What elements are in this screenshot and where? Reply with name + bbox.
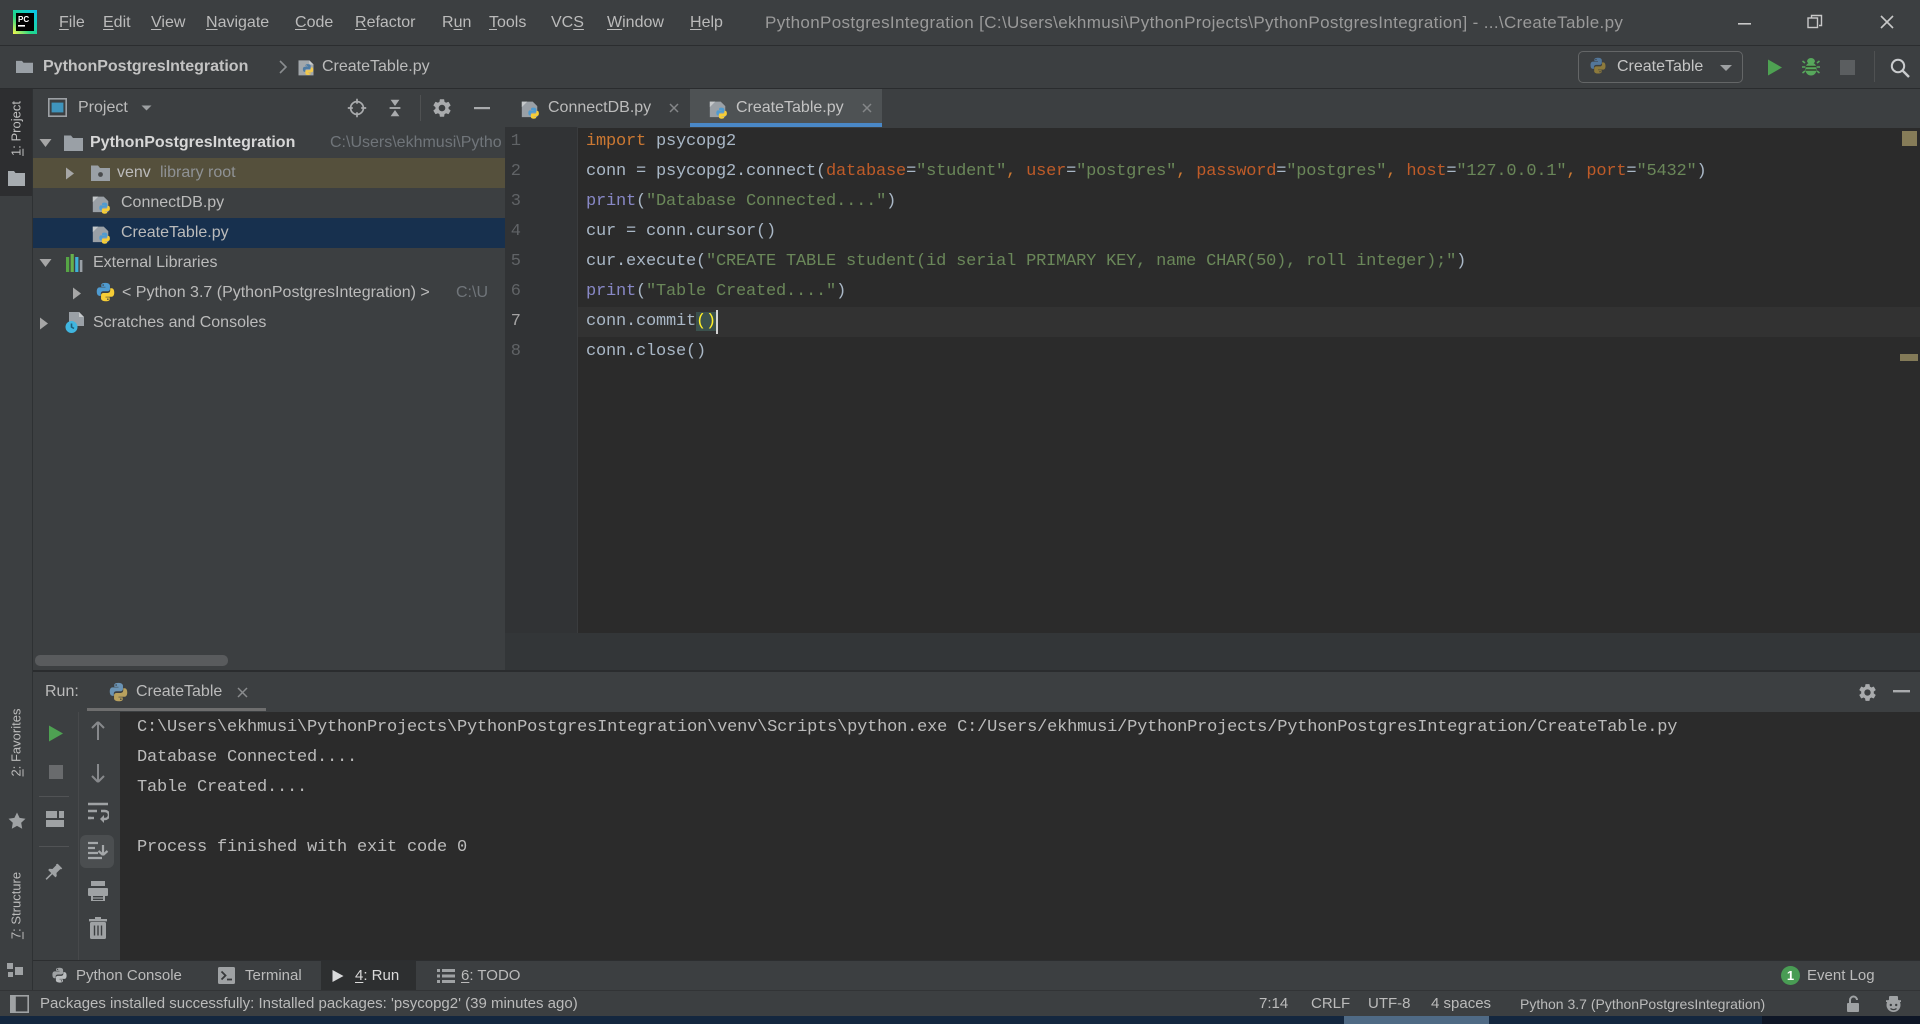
svg-text:PC: PC	[18, 15, 29, 24]
